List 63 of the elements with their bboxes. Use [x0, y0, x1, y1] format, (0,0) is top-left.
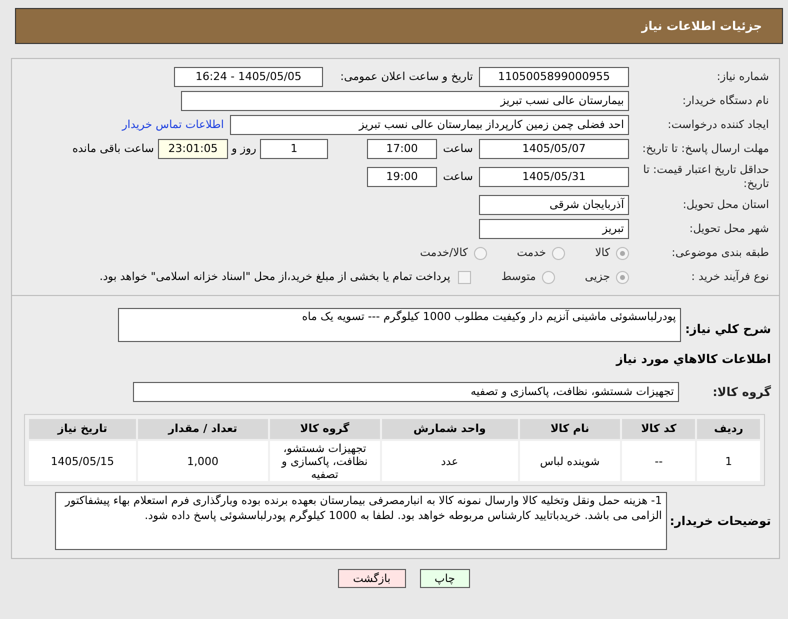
field-label: ساعت — [442, 140, 474, 157]
radio-label: جزیی — [584, 268, 610, 285]
buyer-notes-field[interactable]: 1- هزینه حمل ونقل وتخلیه کالا وارسال نمونه کالا به انبارمصرفی بیمارستان بعهده برنده بوده وبارگذاری فرم استعلام بهاء پیشفاکتور الزامی می باشد. خریدباتایید کارشناس مربوطه خواهد بود. لطفا به 1000 کیلوگرم پودرلباسشوئی پاسخ داده شود. — [55, 492, 667, 550]
radio-button[interactable] — [552, 246, 566, 260]
field-label: مهلت ارسال پاسخ: تا تاریخ: — [641, 142, 769, 156]
back-button[interactable]: بازگشت — [338, 569, 406, 588]
text-field[interactable]: 1405/05/05 - 16:24 — [174, 67, 323, 87]
checkbox[interactable] — [458, 270, 472, 284]
radio-label: متوسط — [501, 268, 536, 285]
field-label: شرح کلي نياز: — [685, 322, 771, 336]
text-field[interactable]: 19:00 — [367, 167, 437, 187]
table-cell: -- — [622, 441, 696, 481]
radio-button[interactable] — [616, 270, 629, 284]
column-header: واحد شمارش — [382, 419, 518, 439]
text-field[interactable]: بیمارستان عالی نسب تبریز — [181, 91, 629, 111]
page-title: جزئیات اطلاعات نیاز — [641, 18, 762, 35]
text-field[interactable]: 17:00 — [367, 139, 437, 159]
radio-label: کالا/خدمت — [420, 244, 468, 261]
column-header: تاریخ نیاز — [29, 419, 136, 439]
field-label: شماره نیاز: — [716, 70, 769, 84]
field-label: ساعت باقی مانده — [72, 140, 154, 157]
text-field[interactable]: 1 — [260, 139, 328, 159]
text-field[interactable]: آذربایجان شرقی — [479, 195, 629, 215]
print-button[interactable]: چاپ — [420, 569, 470, 588]
text-field[interactable]: تبریز — [479, 219, 629, 239]
radio-button[interactable] — [474, 246, 487, 260]
table-cell: 1,000 — [138, 441, 268, 481]
radio-label: کالا — [595, 244, 610, 261]
table-cell: 1405/05/15 — [29, 441, 136, 481]
buyer-contact-link[interactable]: اطلاعات تماس خریدار — [122, 116, 224, 134]
radio-button[interactable] — [542, 270, 555, 284]
column-header: نام کالا — [520, 419, 620, 439]
text-field[interactable]: 23:01:05 — [158, 139, 228, 159]
field-label: ساعت — [442, 168, 474, 185]
table-cell: عدد — [382, 441, 518, 481]
field-label: نام دستگاه خریدار: — [681, 94, 769, 108]
text-field[interactable]: 1105005899000955 — [479, 67, 629, 87]
text-field[interactable]: 1405/05/07 — [479, 139, 629, 159]
field-label: گروه کالا: — [712, 385, 771, 399]
column-header: کد کالا — [622, 419, 696, 439]
field-label: تاریخ و ساعت اعلان عمومی: — [339, 68, 473, 85]
section-heading: اطلاعات کالاهاي مورد نياز — [614, 351, 771, 368]
table-cell: شوینده لباس — [520, 441, 620, 481]
text-field[interactable]: احد فضلی چمن زمین کارپرداز بیمارستان عالی نسب تبریز — [230, 115, 629, 135]
table-cell: تجهیزات شستشو، نظافت، پاکسازی و تصفیه — [270, 441, 380, 481]
text-field[interactable]: 1405/05/31 — [479, 167, 629, 187]
field-label: روز و — [230, 140, 258, 157]
column-header: تعداد / مقدار — [138, 419, 268, 439]
checkbox-label: پرداخت تمام یا بخشی از مبلغ خرید،از محل "اسناد خزانه اسلامی" خواهد بود. — [100, 268, 450, 285]
field-label: نوع فرآیند خرید : — [690, 270, 769, 284]
table-cell: 1 — [697, 441, 760, 481]
column-header: گروه کالا — [270, 419, 380, 439]
text-field[interactable]: تجهیزات شستشو، نظافت، پاکسازی و تصفیه — [133, 382, 679, 402]
field-label: ایجاد کننده درخواست: — [666, 118, 769, 132]
description-field[interactable]: پودرلباسشوئی ماشینی آنزیم دار وکیفیت مطلوب 1000 کیلوگرم --- تسویه یک ماه — [118, 308, 681, 342]
radio-button[interactable] — [616, 246, 629, 260]
radio-label: خدمت — [516, 244, 546, 261]
field-label: حداقل تاریخ اعتبار قیمت: تا تاریخ: — [642, 163, 769, 191]
column-header: ردیف — [697, 419, 760, 439]
field-label: استان محل تحویل: — [682, 198, 769, 212]
field-label: شهر محل تحویل: — [688, 222, 769, 236]
field-label: طبقه بندی موضوعی: — [670, 246, 769, 260]
field-label: توضیحات خریدار: — [668, 513, 771, 530]
